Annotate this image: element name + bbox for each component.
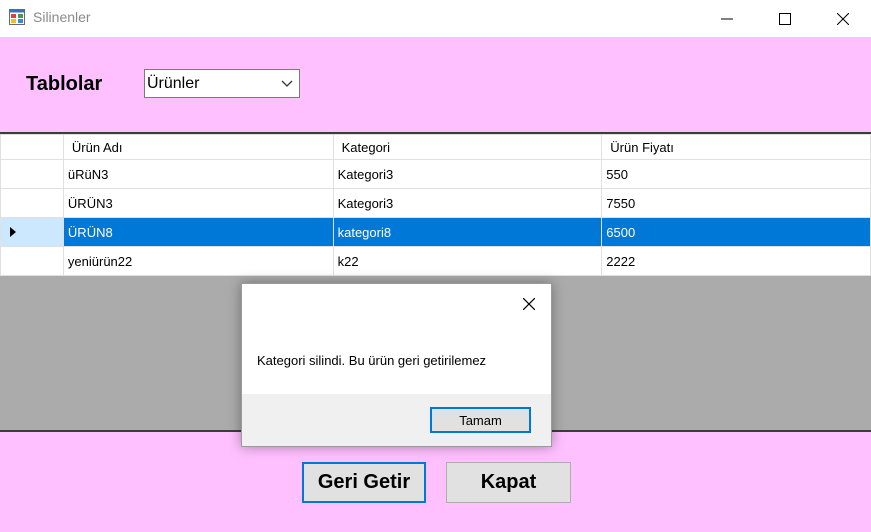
cell-price[interactable]: 6500 (601, 217, 871, 247)
dialog-message: Kategori silindi. Bu ürün geri getirilem… (257, 353, 487, 368)
row-pointer-icon (10, 227, 16, 237)
row-header[interactable] (0, 188, 64, 218)
combobox-value: Ürünler (147, 75, 200, 92)
table-row-selected[interactable]: ÜRÜN8 kategori8 6500 (0, 217, 871, 247)
cell-price[interactable]: 550 (601, 159, 871, 189)
ok-button[interactable]: Tamam (430, 407, 531, 433)
row-header[interactable] (0, 217, 64, 247)
close-icon (523, 298, 535, 310)
table-row[interactable]: yeniürün22 k22 2222 (0, 246, 871, 276)
dialog-footer: Tamam (242, 394, 551, 446)
cell-price[interactable]: 7550 (601, 188, 871, 218)
row-header[interactable] (0, 246, 64, 276)
cell-product-name[interactable]: yeniürün22 (62, 246, 334, 276)
maximize-button[interactable] (762, 0, 808, 37)
cell-category[interactable]: k22 (332, 246, 603, 276)
close-button[interactable]: Kapat (446, 462, 571, 503)
maximize-icon (779, 12, 791, 25)
table-row[interactable]: üRüN3 Kategori3 550 (0, 159, 871, 189)
corner-header (0, 134, 64, 160)
chevron-down-icon (281, 80, 293, 87)
cell-product-name[interactable]: üRüN3 (62, 159, 334, 189)
cell-product-name[interactable]: ÜRÜN8 (62, 217, 334, 247)
window-title: Silinenler (33, 9, 91, 25)
cell-product-name[interactable]: ÜRÜN3 (62, 188, 334, 218)
column-header-price[interactable]: Ürün Fiyatı (601, 134, 871, 160)
column-header-category[interactable]: Kategori (332, 134, 603, 160)
tables-label: Tablolar (26, 73, 103, 95)
row-header[interactable] (0, 159, 64, 189)
message-dialog: Kategori silindi. Bu ürün geri getirilem… (241, 283, 552, 447)
cell-category[interactable]: Kategori3 (332, 159, 603, 189)
data-table: Ürün Adı Kategori Ürün Fiyatı üRüN3 Kate… (0, 134, 871, 276)
table-row[interactable]: ÜRÜN3 Kategori3 7550 (0, 188, 871, 218)
cell-category[interactable]: kategori8 (332, 217, 603, 247)
app-form-icon (9, 9, 25, 25)
title-bar: Silinenler (0, 0, 871, 37)
dialog-close-button[interactable] (515, 290, 543, 318)
close-window-button[interactable] (820, 0, 866, 37)
cell-category[interactable]: Kategori3 (332, 188, 603, 218)
column-header-product-name[interactable]: Ürün Adı (62, 134, 334, 160)
restore-button[interactable]: Geri Getir (302, 462, 426, 503)
cell-price[interactable]: 2222 (601, 246, 871, 276)
close-icon (837, 12, 849, 25)
tables-combobox[interactable]: Ürünler (144, 69, 300, 98)
minimize-icon (721, 18, 733, 19)
minimize-button[interactable] (704, 0, 750, 37)
